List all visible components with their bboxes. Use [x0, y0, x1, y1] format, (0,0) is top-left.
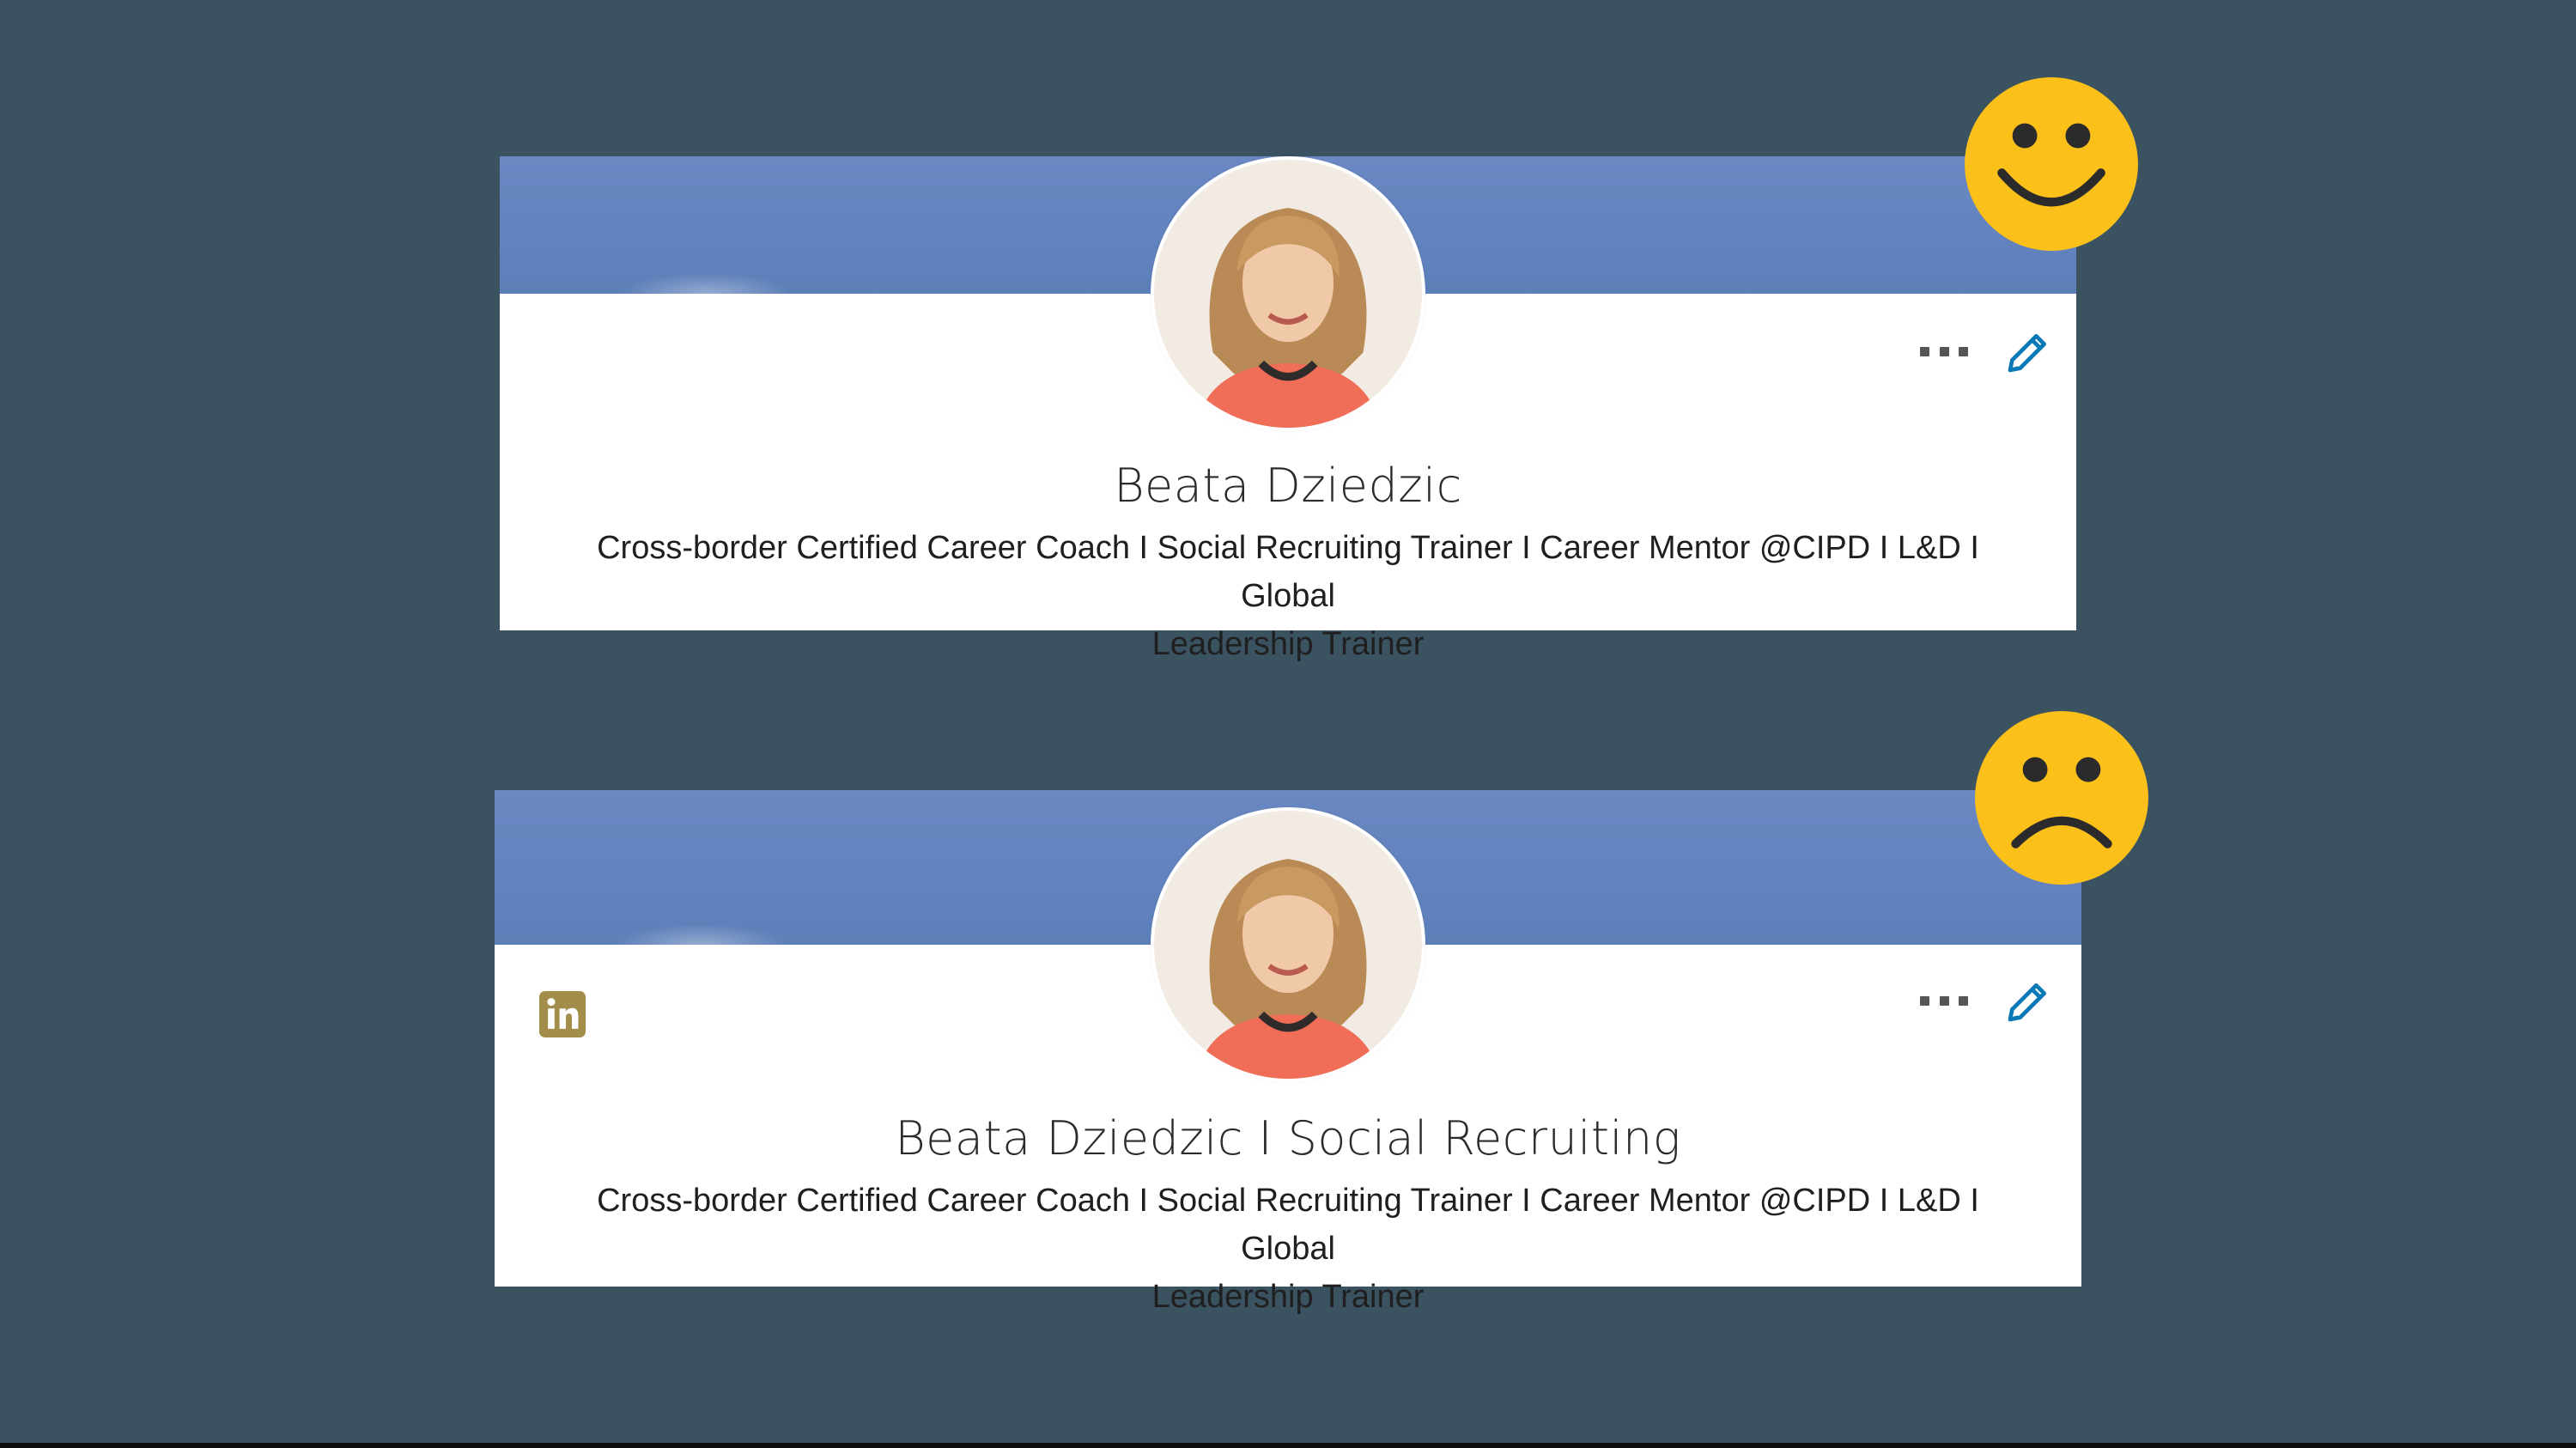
headline-line-2: Leadership Trainer — [1151, 626, 1425, 662]
profile-photo[interactable] — [1154, 811, 1422, 1079]
profile-name: Beata Dziedzic — [1114, 459, 1462, 513]
smiley-face-icon — [1965, 77, 2138, 251]
bottom-divider — [0, 1443, 2576, 1448]
profile-name: Beata Dziedzic I Social Recruiting — [895, 1111, 1681, 1165]
headline-line-1: Cross-border Certified Career Coach I So… — [597, 530, 1979, 614]
linkedin-icon — [539, 991, 586, 1037]
profile-card-top: Beata Dziedzic Cross-border Certified Ca… — [500, 156, 2076, 662]
profile-photo[interactable] — [1154, 160, 1422, 428]
profile-headline: Cross-border Certified Career Coach I So… — [563, 1177, 2013, 1321]
profile-headline: Cross-border Certified Career Coach I So… — [568, 524, 2008, 668]
headline-line-1: Cross-border Certified Career Coach I So… — [597, 1183, 1979, 1267]
frowning-face-icon — [1975, 711, 2148, 885]
pencil-icon[interactable] — [2004, 977, 2052, 1025]
headline-line-2: Leadership Trainer — [1151, 1279, 1425, 1315]
more-options-button[interactable] — [1920, 995, 1968, 1007]
pencil-icon[interactable] — [2004, 328, 2052, 376]
more-options-button[interactable] — [1920, 345, 1968, 357]
profile-card-bottom: Beata Dziedzic I Social Recruiting Cross… — [495, 790, 2081, 1315]
